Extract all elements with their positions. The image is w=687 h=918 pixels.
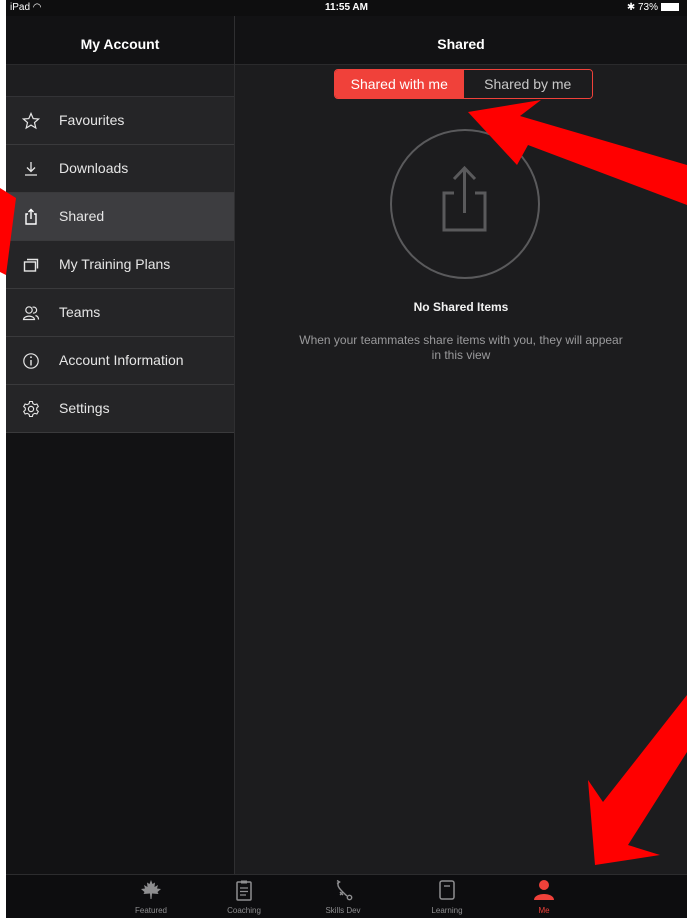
share-icon: [25, 208, 37, 225]
sidebar-item-account-information[interactable]: Account Information: [6, 337, 234, 385]
main-panel: Shared Shared with me Shared by me No Sh…: [235, 16, 687, 874]
gear-icon: [23, 400, 39, 418]
skills-play-icon: [336, 879, 353, 901]
sidebar-item-training-plans[interactable]: My Training Plans: [6, 241, 234, 289]
battery-percent: 73%: [637, 2, 658, 13]
sidebar-item-label: My Training Plans: [59, 256, 171, 272]
sidebar-item-label: Settings: [59, 400, 110, 416]
person-icon: [534, 880, 554, 900]
battery-icon: [661, 3, 679, 11]
empty-state-circle: [390, 129, 540, 279]
tab-coaching[interactable]: Coaching: [214, 878, 274, 915]
sidebar-item-teams[interactable]: Teams: [6, 289, 234, 337]
tab-skills-dev[interactable]: Skills Dev: [313, 878, 373, 915]
training-plans-icon: [23, 258, 39, 272]
tab-label: Learning: [431, 906, 463, 915]
notebook-icon: [439, 880, 455, 900]
empty-state-message: When your teammates share items with you…: [299, 333, 623, 362]
page-title: Shared: [235, 16, 687, 65]
segment-shared-with-me[interactable]: Shared with me: [335, 70, 464, 98]
sidebar-item-label: Shared: [59, 208, 105, 224]
tab-bar: Featured Coaching Skills Dev Learning Me: [6, 874, 687, 918]
sidebar-item-shared[interactable]: Shared: [6, 193, 234, 241]
star-icon: [22, 112, 40, 130]
teams-icon: [22, 306, 40, 321]
sidebar-title: My Account: [6, 16, 234, 65]
segment-shared-by-me[interactable]: Shared by me: [463, 70, 592, 98]
sidebar-item-downloads[interactable]: Downloads: [6, 145, 234, 193]
tab-learning[interactable]: Learning: [417, 878, 477, 915]
sidebar-item-label: Favourites: [59, 112, 125, 128]
sidebar: My Account Favourites Downloads Shared M…: [6, 16, 235, 874]
sidebar-item-label: Teams: [59, 304, 101, 320]
status-bar: iPad ◠ 11:55 AM ✱ 73%: [6, 0, 687, 16]
tab-label: Me: [538, 906, 550, 915]
bluetooth-icon: ✱: [626, 2, 636, 13]
sidebar-item-label: Downloads: [59, 160, 129, 176]
app-window: iPad ◠ 11:55 AM ✱ 73% My Account Favouri…: [6, 0, 687, 918]
download-icon: [25, 162, 37, 176]
sidebar-item-favourites[interactable]: Favourites: [6, 97, 234, 145]
tab-me[interactable]: Me: [514, 878, 574, 915]
share-icon: [442, 165, 487, 232]
status-time: 11:55 AM: [325, 2, 368, 13]
battery-status: ✱ 73%: [627, 2, 679, 13]
empty-state-title: No Shared Items: [413, 300, 509, 314]
tab-label: Skills Dev: [325, 906, 361, 915]
clipboard-icon: [236, 880, 252, 901]
tab-label: Featured: [134, 906, 168, 915]
tab-featured[interactable]: Featured: [121, 878, 181, 915]
maple-leaf-icon: [141, 880, 161, 899]
info-icon: [23, 353, 39, 369]
sidebar-item-label: Account Information: [59, 352, 184, 368]
sidebar-spacer: [6, 65, 234, 97]
sidebar-item-settings[interactable]: Settings: [6, 385, 234, 433]
segmented-control: Shared with me Shared by me: [334, 69, 593, 99]
tab-label: Coaching: [227, 906, 261, 915]
